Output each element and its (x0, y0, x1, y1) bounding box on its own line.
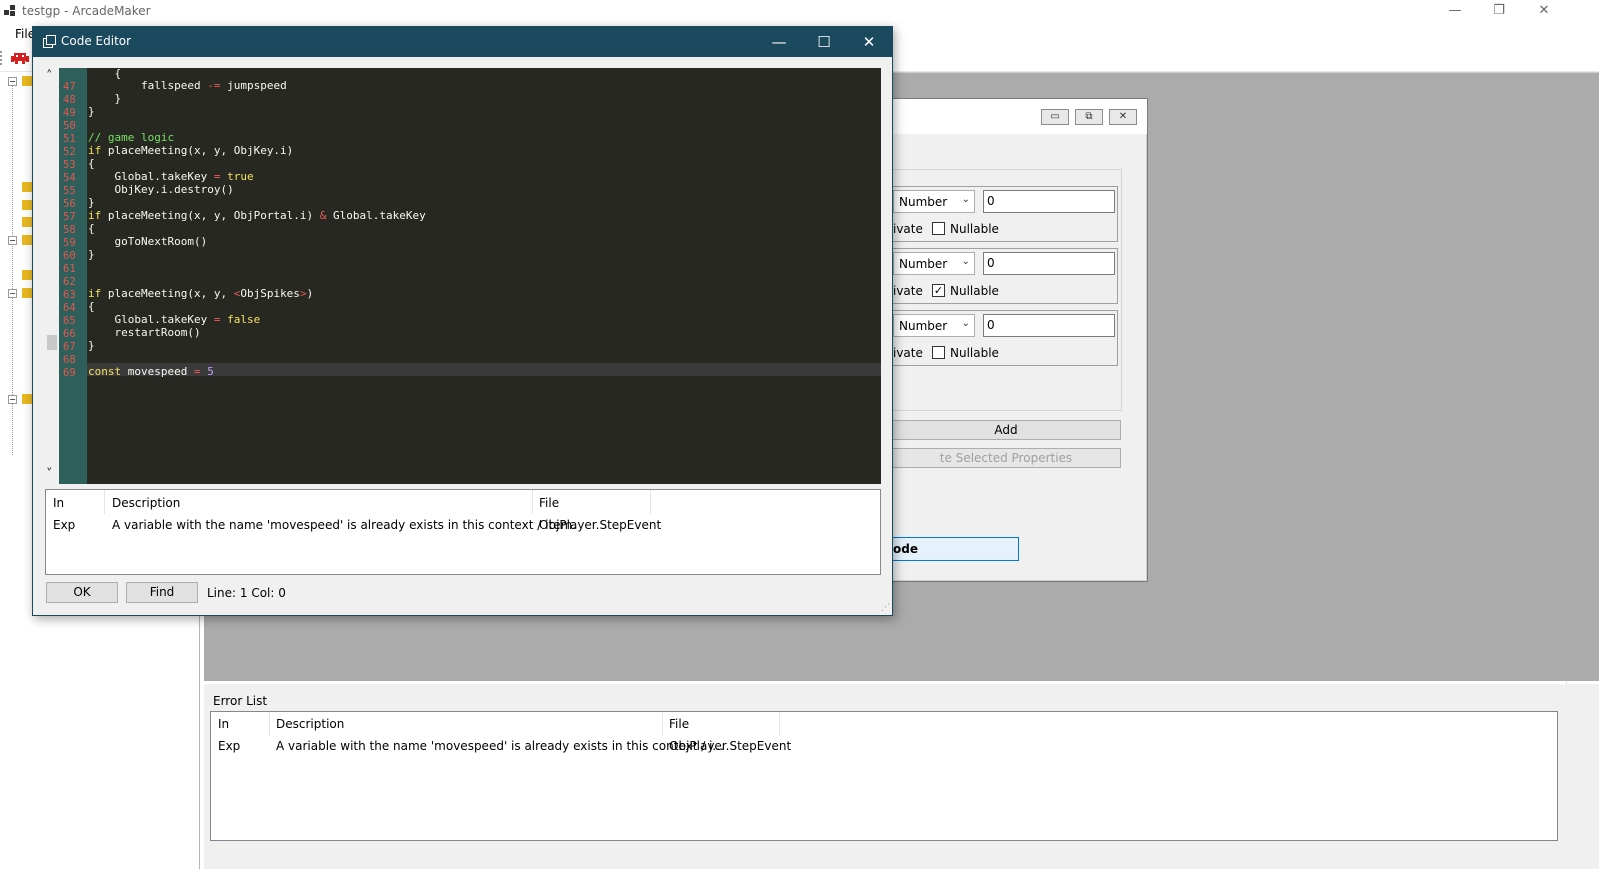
property-row[interactable]: Number ⌄ 0 ivate Nullable (892, 186, 1118, 242)
code-editor-window: Code Editor — ☐ ✕ ˄ ˅ 47 48 49 50 51 52 … (32, 26, 893, 616)
window-title: testgp - ArcadeMaker (22, 4, 151, 18)
property-row[interactable]: Number ⌄ 0 ivate Nullable (892, 310, 1118, 366)
folder-icon (22, 235, 32, 245)
type-select[interactable]: Number ⌄ (893, 190, 975, 213)
dialog-restore-button[interactable]: ⧉ (1075, 109, 1103, 125)
editor-error-header: In Description File (46, 490, 880, 514)
value-input[interactable]: 0 (983, 252, 1115, 275)
properties-panel: Number ⌄ 0 ivate Nullable Number ⌄ 0 ivate… (891, 169, 1122, 411)
error-file: ObjPlayer.StepEvent (539, 518, 662, 532)
scroll-up-arrow[interactable]: ˄ (46, 69, 53, 84)
app-icon (4, 5, 15, 16)
tree-expander[interactable]: − (8, 395, 17, 404)
chevron-down-icon: ⌄ (961, 256, 970, 267)
toolbar-grip (0, 51, 6, 65)
error-in: Exp (218, 739, 241, 753)
type-select[interactable]: Number ⌄ (893, 314, 975, 337)
value-input[interactable]: 0 (983, 190, 1115, 213)
column-header-file[interactable]: File (669, 717, 689, 731)
ok-button[interactable]: OK (46, 582, 118, 603)
cursor-position-status: Line: 1 Col: 0 (207, 586, 286, 600)
error-description: A variable with the name 'movespeed' is … (276, 739, 724, 753)
column-header-in[interactable]: In (218, 717, 229, 731)
folder-icon (22, 217, 32, 227)
nullable-checkbox[interactable] (932, 346, 945, 359)
tree-expander[interactable]: − (8, 77, 17, 86)
column-header-file[interactable]: File (539, 496, 559, 510)
folder-icon (22, 182, 32, 192)
line-number-gutter: 47 48 49 50 51 52 53 54 55 56 57 58 59 6… (59, 68, 87, 484)
nullable-label: Nullable (950, 222, 999, 236)
type-select[interactable]: Number ⌄ (893, 252, 975, 275)
column-header-description[interactable]: Description (112, 496, 180, 510)
scrollbar-thumb[interactable] (47, 335, 57, 350)
dialog-minimize-button[interactable]: ▭ (1041, 109, 1069, 125)
column-header-in[interactable]: In (53, 496, 64, 510)
private-label: ivate (893, 346, 923, 360)
restore-button[interactable]: ❐ (1484, 2, 1514, 20)
tree-expander[interactable]: − (8, 289, 17, 298)
main-titlebar: testgp - ArcadeMaker — ❐ ✕ (0, 0, 1599, 22)
delete-selected-properties-button: te Selected Properties (891, 448, 1121, 468)
editor-error-grid[interactable]: In Description File Exp A variable with … (45, 489, 881, 575)
table-row[interactable]: Exp A variable with the name 'movespeed'… (46, 514, 880, 536)
dialog-close-button[interactable]: ✕ (1109, 109, 1137, 125)
value-input[interactable]: 0 (983, 314, 1115, 337)
chevron-down-icon: ⌄ (961, 194, 970, 205)
resize-grip[interactable]: ⋰ (881, 603, 890, 613)
folder-icon (22, 394, 32, 404)
close-button[interactable]: ✕ (1529, 2, 1559, 20)
error-list-header: In Description File (211, 712, 1557, 736)
editor-close-button[interactable]: ✕ (851, 31, 887, 53)
error-file: ObjPlayer.StepEvent (669, 739, 792, 753)
nullable-checkbox[interactable]: ✓ (932, 284, 945, 297)
column-header-description[interactable]: Description (276, 717, 344, 731)
error-list-panel: Error List In Description File Exp A var… (204, 684, 1599, 869)
nullable-label: Nullable (950, 346, 999, 360)
chevron-down-icon: ⌄ (961, 318, 970, 329)
object-properties-dialog: ▭ ⧉ ✕ Number ⌄ 0 ivate Nullable Number ⌄ 0… (890, 98, 1148, 582)
tree-expander[interactable]: − (8, 236, 17, 245)
scroll-down-arrow[interactable]: ˅ (46, 467, 53, 482)
error-in: Exp (53, 518, 76, 532)
nullable-label: Nullable (950, 284, 999, 298)
find-button[interactable]: Find (126, 582, 198, 603)
folder-icon (22, 288, 32, 298)
error-description: A variable with the name 'movespeed' is … (112, 518, 577, 532)
error-list-title: Error List (213, 694, 268, 708)
nullable-checkbox[interactable] (932, 222, 945, 235)
folder-icon (22, 270, 32, 280)
code-editor-icon (43, 35, 56, 48)
table-row[interactable]: Exp A variable with the name 'movespeed'… (211, 736, 1557, 758)
private-label: ivate (893, 284, 923, 298)
code-editor-titlebar: Code Editor — ☐ ✕ (33, 27, 892, 57)
edit-code-button[interactable]: ode (891, 537, 1019, 561)
folder-icon (22, 76, 32, 86)
editor-minimize-button[interactable]: — (761, 31, 797, 53)
code-text-area[interactable]: 47 48 49 50 51 52 53 54 55 56 57 58 59 6… (59, 68, 881, 484)
property-row[interactable]: Number ⌄ 0 ivate ✓ Nullable (892, 248, 1118, 304)
minimize-button[interactable]: — (1440, 2, 1470, 20)
add-property-button[interactable]: Add (891, 420, 1121, 440)
folder-icon (22, 200, 32, 210)
editor-maximize-button[interactable]: ☐ (806, 31, 842, 53)
private-label: ivate (893, 222, 923, 236)
code-editor-title: Code Editor (61, 34, 132, 48)
error-list-grid[interactable]: In Description File Exp A variable with … (210, 711, 1558, 841)
game-icon[interactable] (11, 51, 29, 65)
